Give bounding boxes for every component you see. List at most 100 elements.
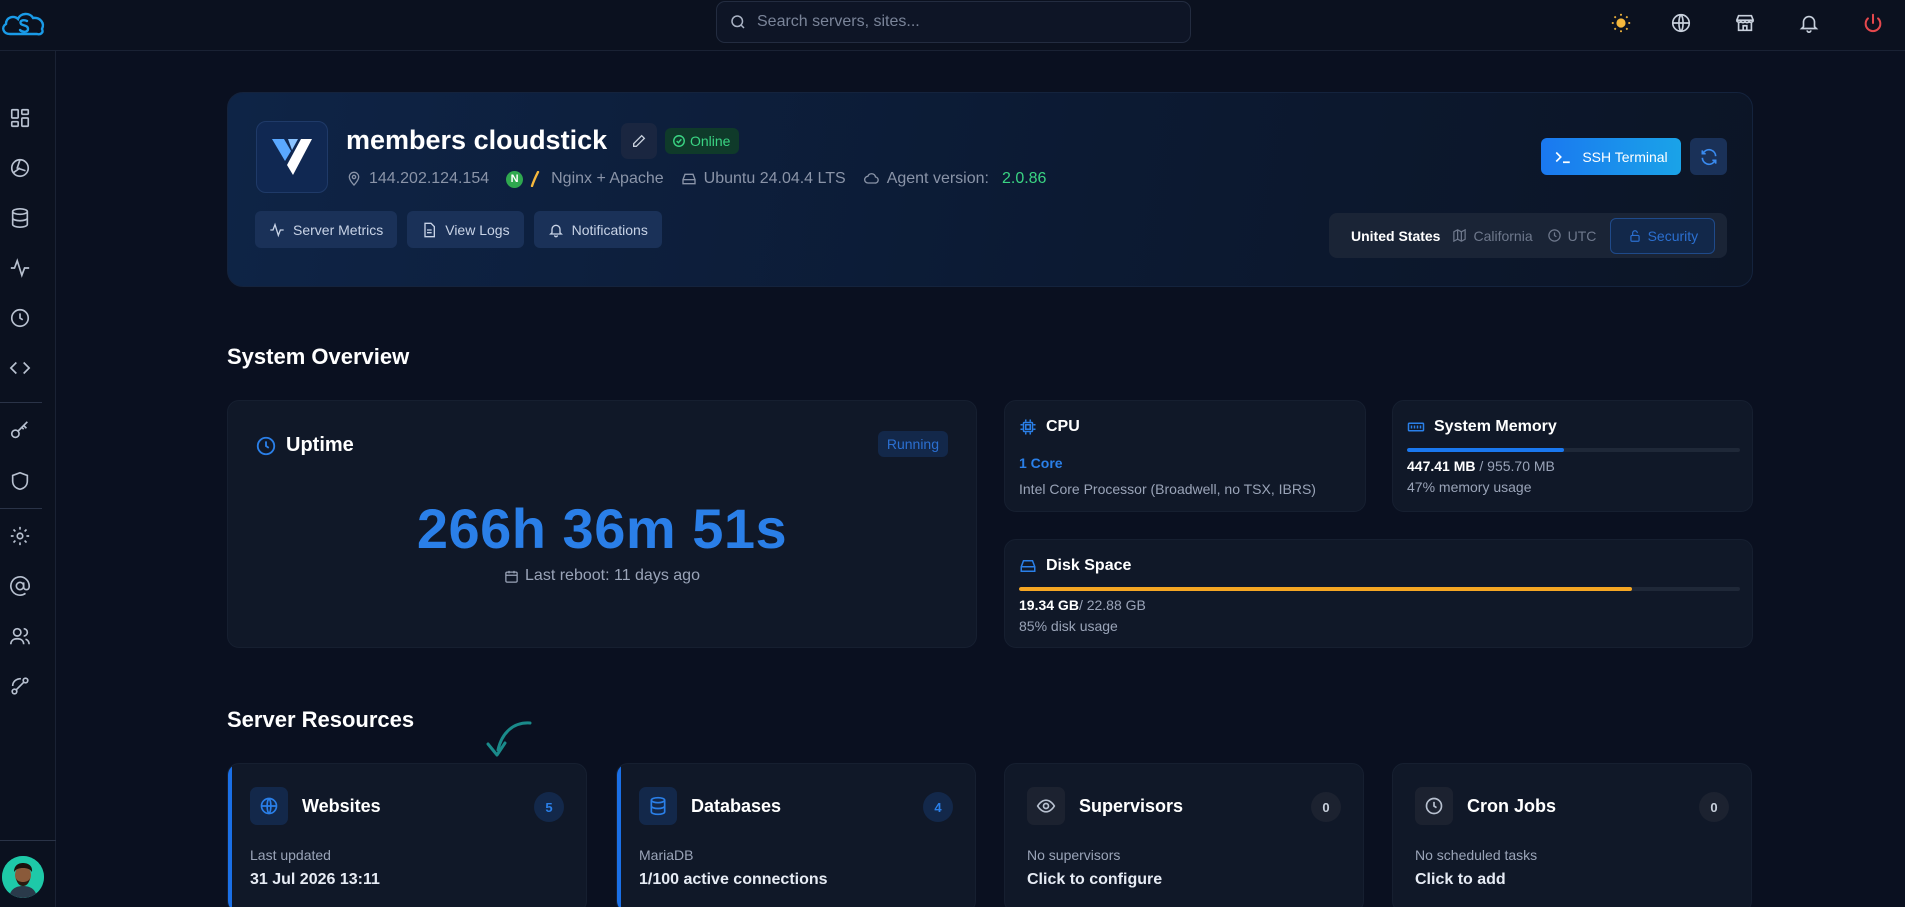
route-icon[interactable]: [7, 673, 33, 699]
websites-sub: Last updated: [250, 847, 331, 863]
notifications-label: Notifications: [571, 221, 648, 238]
dashboard-icon[interactable]: [7, 105, 33, 131]
server-metrics-button[interactable]: Server Metrics: [255, 211, 398, 248]
agent-item: Agent version: 2.0.86: [863, 170, 1047, 188]
refresh-button[interactable]: [1690, 138, 1727, 175]
memory-used: 447.41 MB: [1407, 458, 1476, 474]
disk-bar: [1019, 587, 1740, 591]
cron-jobs-title: Cron Jobs: [1467, 796, 1557, 816]
websites-count: 5: [534, 792, 564, 822]
ip-item: 144.202.124.154: [346, 170, 489, 188]
globe-icon: [250, 787, 288, 825]
server-actions: Server Metrics View Logs Notifications: [255, 211, 662, 248]
view-logs-label: View Logs: [445, 221, 510, 238]
disk-bar-fill: [1019, 587, 1632, 591]
sun-icon[interactable]: [1608, 10, 1634, 36]
cron-jobs-card[interactable]: Cron Jobs 0 No scheduled tasks Click to …: [1392, 763, 1752, 907]
pencil-icon: [633, 134, 646, 147]
bell-icon[interactable]: [1796, 10, 1822, 36]
last-reboot: Last reboot: 11 days ago: [228, 567, 976, 585]
cloudstick-logo[interactable]: [0, 8, 50, 42]
refresh-icon: [1701, 148, 1716, 165]
view-logs-button[interactable]: View Logs: [407, 211, 524, 248]
cron-jobs-main[interactable]: Click to add: [1415, 871, 1506, 889]
databases-title: Databases: [691, 796, 782, 816]
ssh-terminal-button[interactable]: SSH Terminal: [1541, 138, 1681, 175]
database-icon[interactable]: [7, 205, 33, 231]
edit-name-button[interactable]: [621, 123, 657, 159]
supervisors-sub: No supervisors: [1027, 847, 1121, 863]
server-name: members cloudstick: [346, 125, 608, 155]
clock-icon: [256, 436, 276, 455]
disk-usage: 85% disk usage: [1019, 618, 1118, 634]
cpu-card: CPU 1 Core Intel Core Processor (Broadwe…: [1004, 400, 1366, 512]
code-icon[interactable]: [7, 355, 33, 381]
power-icon[interactable]: [1860, 10, 1886, 36]
cloud-icon: [863, 173, 879, 184]
search-input[interactable]: [757, 13, 1157, 31]
key-icon[interactable]: [7, 418, 33, 444]
ip-address: 144.202.124.154: [369, 170, 490, 187]
web-server: Nginx + Apache: [551, 170, 664, 187]
memory-total: / 955.70 MB: [1475, 458, 1555, 474]
ssh-terminal-label: SSH Terminal: [1582, 148, 1668, 165]
uptime-label: Uptime: [286, 434, 354, 456]
security-button[interactable]: Security: [1610, 217, 1716, 254]
memory-bar: [1407, 448, 1740, 452]
at-icon[interactable]: [7, 573, 33, 599]
clock-icon[interactable]: [7, 305, 33, 331]
server-resources-title: Server Resources: [227, 707, 415, 732]
server-header-card: members cloudstick Online 144.202.124.15…: [227, 92, 1753, 287]
search-bar[interactable]: [716, 1, 1191, 43]
globe-icon[interactable]: [1668, 10, 1694, 36]
server-meta: 144.202.124.154 N Nginx + Apache Ubuntu …: [346, 170, 1063, 188]
supervisors-main[interactable]: Click to configure: [1027, 871, 1162, 889]
memory-icon: [1407, 422, 1425, 432]
memory-amount: 447.41 MB / 955.70 MB: [1407, 458, 1555, 474]
cpu-icon: [1020, 419, 1036, 435]
memory-card: System Memory 447.41 MB / 955.70 MB 47% …: [1392, 400, 1753, 512]
cpu-header: CPU: [1019, 418, 1080, 436]
disk-total: / 22.88 GB: [1078, 597, 1146, 613]
avatar[interactable]: [2, 856, 44, 898]
status-badge: Online: [665, 128, 740, 154]
supervisors-card[interactable]: Supervisors 0 No supervisors Click to co…: [1004, 763, 1364, 907]
websites-title: Websites: [302, 796, 381, 816]
disk-header: Disk Space: [1019, 557, 1131, 575]
eye-icon: [1027, 787, 1065, 825]
notifications-button[interactable]: Notifications: [533, 211, 662, 248]
cpu-label: CPU: [1046, 418, 1080, 435]
memory-usage: 47% memory usage: [1407, 479, 1532, 495]
databases-sub: MariaDB: [639, 847, 694, 863]
server-metrics-label: Server Metrics: [293, 221, 384, 238]
activity-icon[interactable]: [7, 255, 33, 281]
cpu-model: Intel Core Processor (Broadwell, no TSX,…: [1019, 481, 1316, 497]
map-pin-icon: [348, 171, 360, 186]
agent-label: Agent version:: [886, 170, 989, 187]
os-version: Ubuntu 24.04.4 LTS: [703, 170, 846, 187]
running-badge: Running: [877, 431, 948, 457]
agent-version: 2.0.86: [1001, 170, 1047, 187]
users-icon[interactable]: [7, 623, 33, 649]
disk-card: Disk Space 19.34 GB/ 22.88 GB 85% disk u…: [1004, 539, 1753, 648]
shield-icon[interactable]: [7, 468, 33, 494]
location-bar: United States California UTC Security: [1329, 213, 1727, 258]
settings-icon[interactable]: [7, 523, 33, 549]
search-icon: [729, 13, 747, 31]
websites-card[interactable]: Websites 5 Last updated 31 Jul 2026 13:1…: [227, 763, 587, 907]
store-icon[interactable]: [1732, 10, 1758, 36]
memory-label: System Memory: [1434, 418, 1557, 435]
country: United States: [1351, 227, 1441, 244]
top-bar: [0, 0, 1905, 51]
clock-icon: [1547, 229, 1561, 242]
last-reboot-text: Last reboot: 11 days ago: [525, 567, 700, 584]
servers-icon[interactable]: [7, 155, 33, 181]
region-item: California: [1452, 228, 1533, 244]
terminal-icon: [1555, 151, 1571, 163]
database-icon: [639, 787, 677, 825]
databases-card[interactable]: Databases 4 MariaDB 1/100 active connect…: [616, 763, 976, 907]
system-overview-title: System Overview: [227, 344, 410, 369]
activity-icon: [270, 222, 284, 237]
supervisors-count: 0: [1311, 792, 1341, 822]
sidebar: [0, 51, 56, 907]
